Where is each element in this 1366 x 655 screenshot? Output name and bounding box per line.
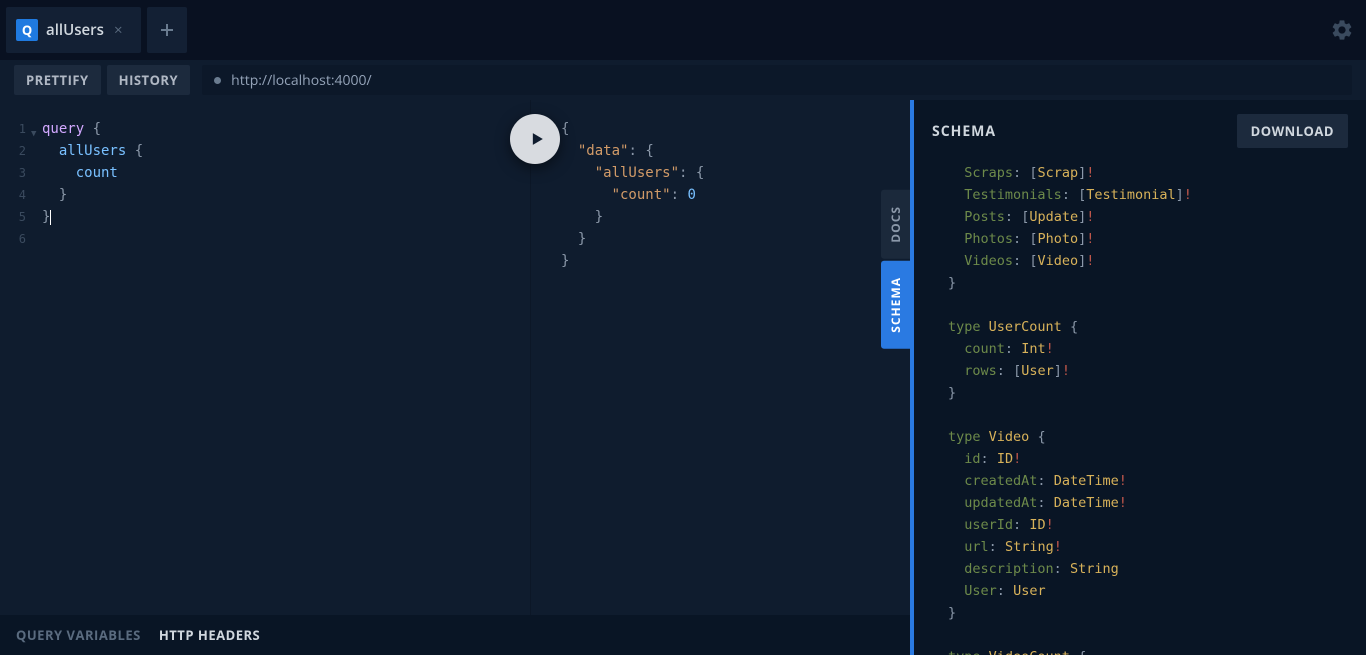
query-code: query { allUsers { count } } bbox=[0, 118, 530, 228]
http-headers-tab[interactable]: HTTP HEADERS bbox=[159, 626, 260, 644]
close-icon[interactable]: × bbox=[114, 20, 123, 40]
tab-query-allusers[interactable]: Q allUsers × bbox=[6, 7, 141, 53]
schema-body[interactable]: Scraps: [Scrap]! Testimonials: [Testimon… bbox=[914, 162, 1366, 655]
schema-header: SCHEMA DOWNLOAD bbox=[914, 100, 1366, 162]
schema-title: SCHEMA bbox=[932, 122, 996, 141]
result-viewer[interactable]: ▼ ▼ { "data": { "allUsers": { "count": 0… bbox=[530, 100, 910, 615]
line-number: 1 bbox=[0, 118, 30, 140]
status-dot bbox=[214, 77, 221, 84]
line-number: 4 bbox=[0, 184, 30, 206]
docs-tab[interactable]: DOCS bbox=[881, 190, 910, 259]
execute-button[interactable] bbox=[510, 114, 560, 164]
bottom-tabs: QUERY VARIABLES HTTP HEADERS bbox=[0, 615, 910, 655]
plus-icon bbox=[159, 22, 175, 38]
history-button[interactable]: HISTORY bbox=[107, 65, 190, 95]
toolbar: PRETTIFY HISTORY http://localhost:4000/ bbox=[0, 60, 1366, 100]
line-number: 5 bbox=[0, 206, 30, 228]
line-number: 3 bbox=[0, 162, 30, 184]
line-number: 2 bbox=[0, 140, 30, 162]
play-icon bbox=[527, 129, 547, 149]
chevron-down-icon[interactable]: ▼ bbox=[31, 123, 36, 145]
result-code: { "data": { "allUsers": { "count": 0 } }… bbox=[531, 118, 910, 272]
endpoint-url: http://localhost:4000/ bbox=[231, 71, 372, 90]
schema-tab[interactable]: SCHEMA bbox=[881, 261, 910, 349]
top-bar: Q allUsers × bbox=[0, 0, 1366, 60]
tab-badge: Q bbox=[16, 19, 38, 41]
line-gutter: 1 2 3 4 5 6 bbox=[0, 118, 30, 250]
settings-button[interactable] bbox=[1330, 18, 1354, 42]
gear-icon bbox=[1330, 18, 1354, 42]
main-area: 1 2 3 4 5 6 ▼ query { allUsers { count }… bbox=[0, 100, 1366, 655]
download-button[interactable]: DOWNLOAD bbox=[1237, 114, 1348, 148]
line-number: 6 bbox=[0, 228, 30, 250]
side-tabs: DOCS SCHEMA bbox=[881, 190, 910, 350]
endpoint-input[interactable]: http://localhost:4000/ bbox=[202, 65, 1352, 95]
query-editor[interactable]: 1 2 3 4 5 6 ▼ query { allUsers { count }… bbox=[0, 100, 530, 615]
add-tab-button[interactable] bbox=[147, 7, 187, 53]
query-variables-tab[interactable]: QUERY VARIABLES bbox=[16, 626, 141, 644]
tab-strip: Q allUsers × bbox=[6, 0, 187, 60]
editor-row: 1 2 3 4 5 6 ▼ query { allUsers { count }… bbox=[0, 100, 910, 615]
prettify-button[interactable]: PRETTIFY bbox=[14, 65, 101, 95]
tab-label: allUsers bbox=[46, 20, 104, 40]
workspace: 1 2 3 4 5 6 ▼ query { allUsers { count }… bbox=[0, 100, 910, 655]
schema-panel: SCHEMA DOWNLOAD Scraps: [Scrap]! Testimo… bbox=[910, 100, 1366, 655]
app-root: Q allUsers × PRETTIFY HISTORY http://loc… bbox=[0, 0, 1366, 655]
